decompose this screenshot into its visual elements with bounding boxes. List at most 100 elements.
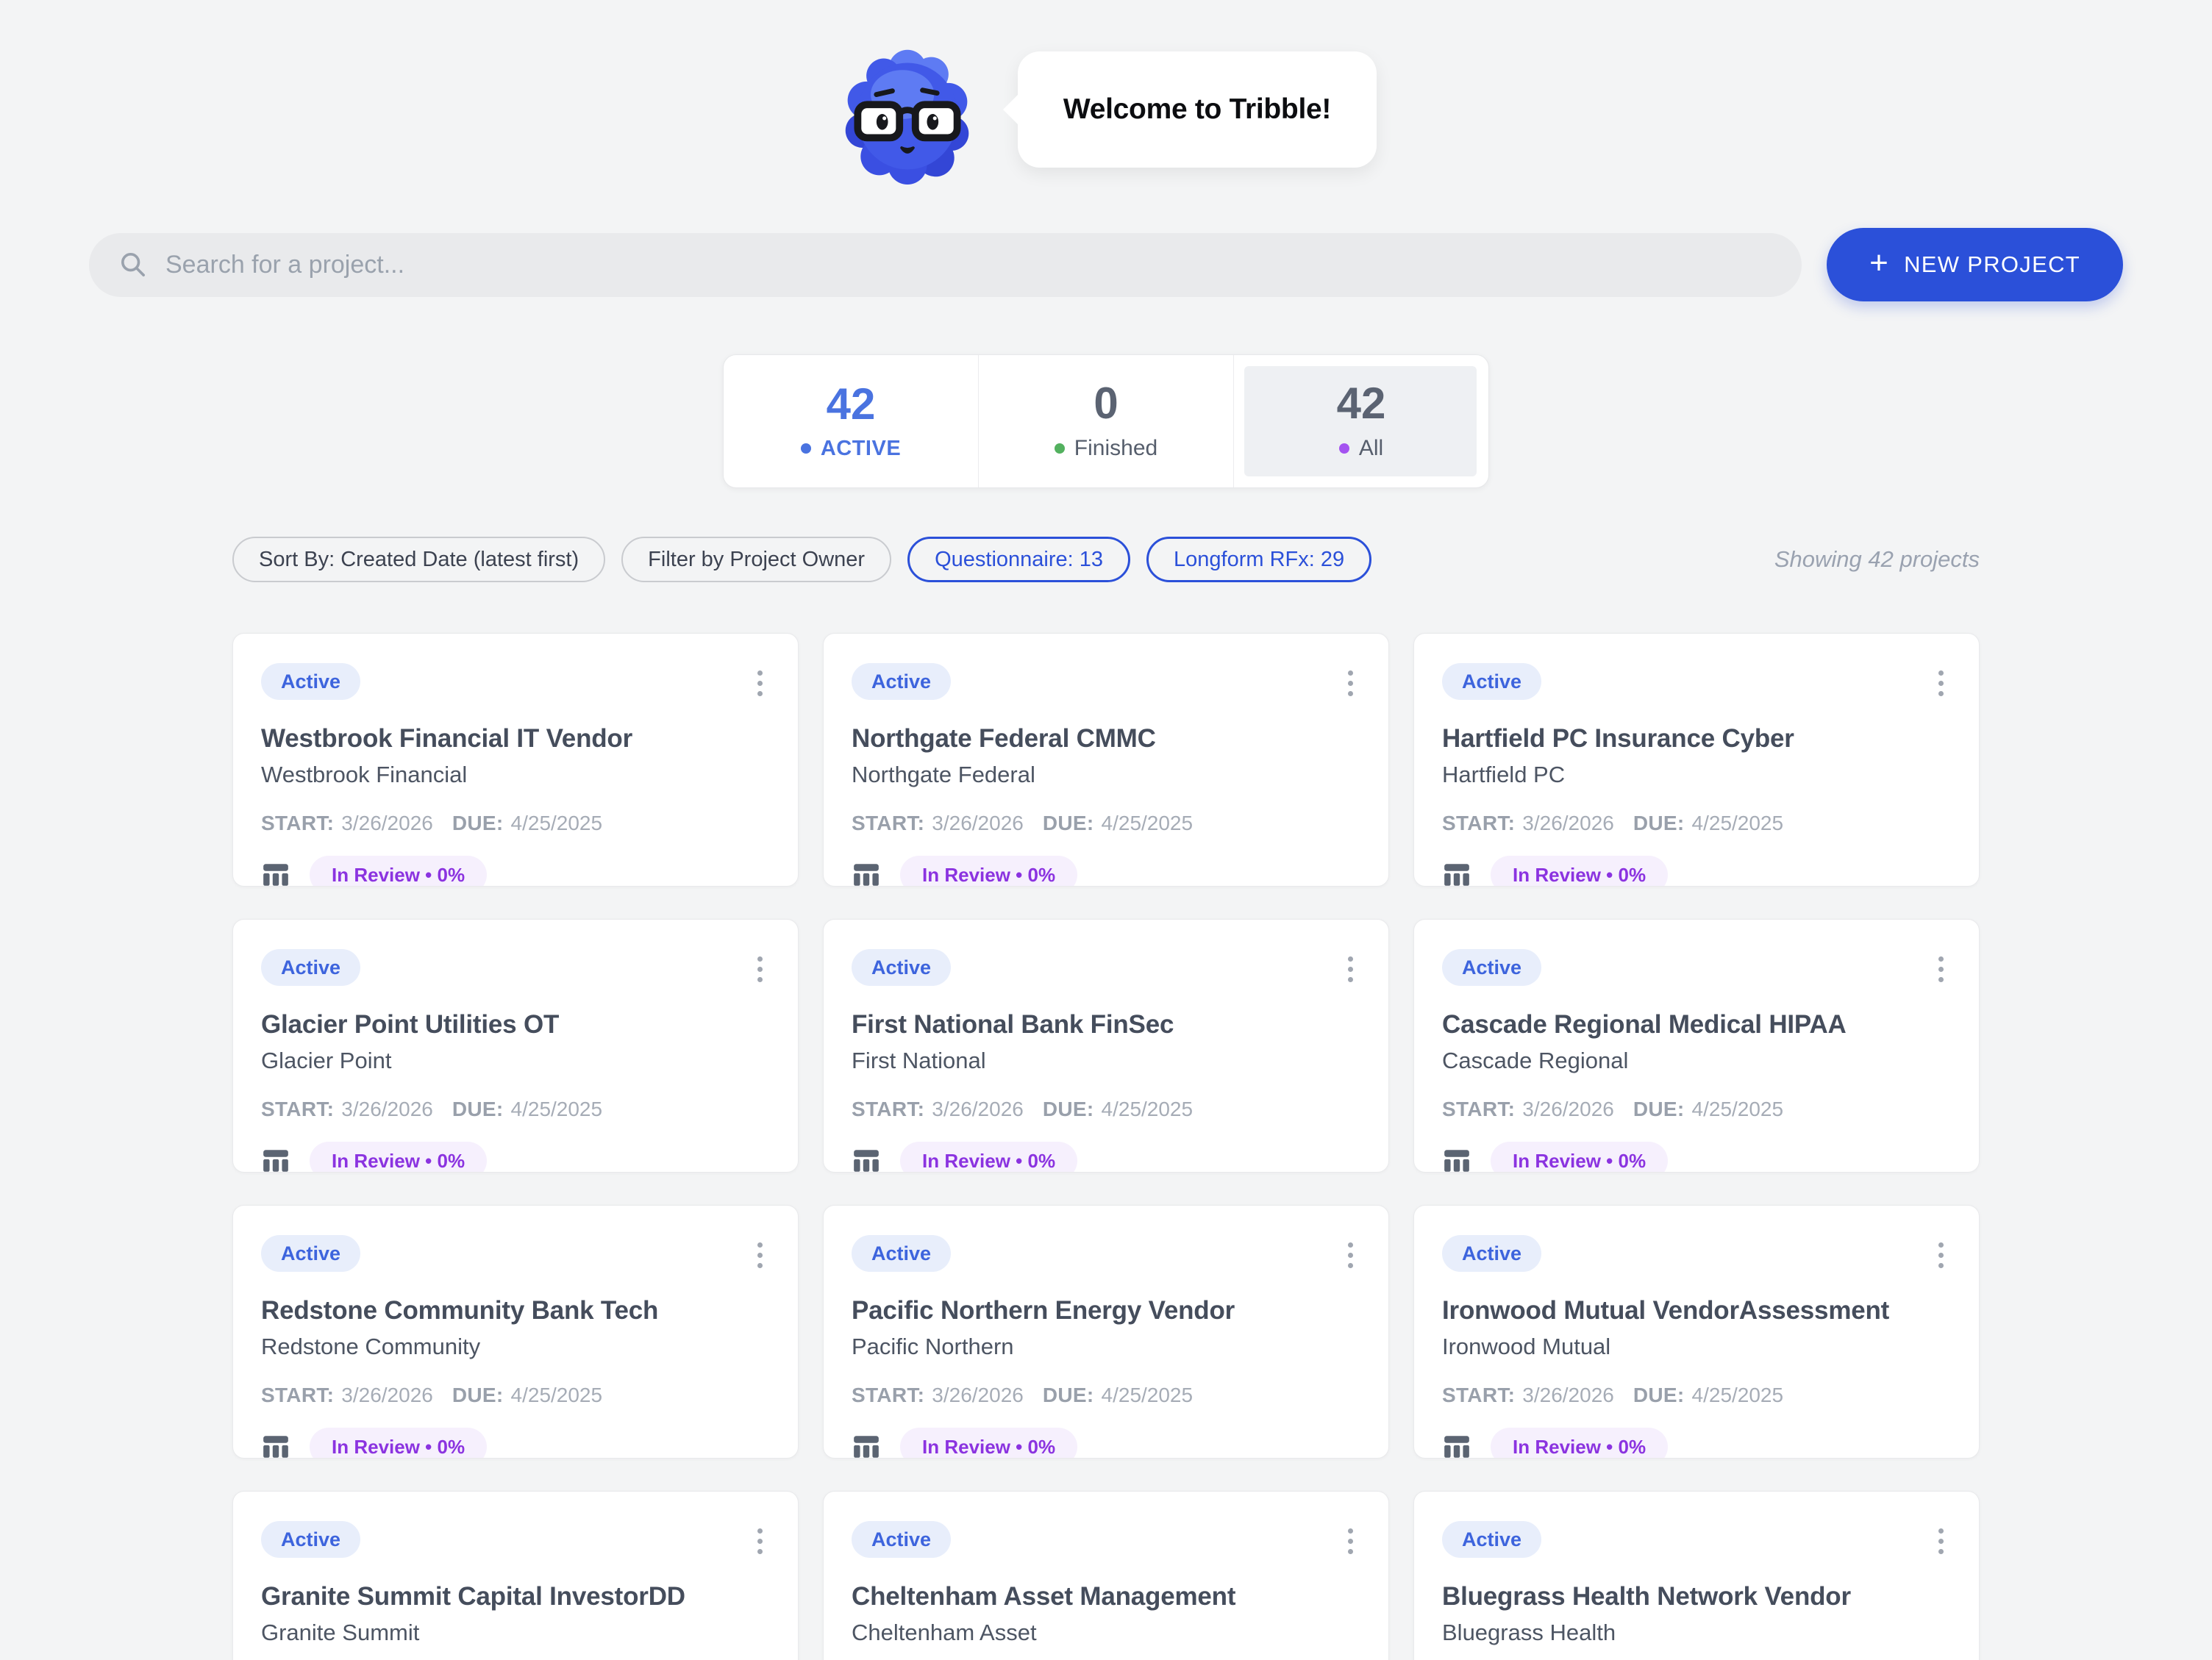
project-card[interactable]: Active Westbrook Financial IT Vendor Wes…	[232, 633, 799, 887]
start-label: START:	[1442, 812, 1515, 835]
start-label: START:	[852, 812, 924, 835]
card-subtitle: Cheltenham Asset	[852, 1620, 1360, 1646]
kebab-menu-button[interactable]	[1341, 951, 1360, 988]
due-date: 4/25/2025	[1692, 812, 1784, 835]
kebab-menu-button[interactable]	[1931, 1523, 1951, 1560]
project-card[interactable]: Active Redstone Community Bank Tech Reds…	[232, 1205, 799, 1459]
start-label: START:	[261, 812, 334, 835]
sort-by-chip[interactable]: Sort By: Created Date (latest first)	[232, 537, 605, 582]
table-icon	[1442, 1432, 1471, 1459]
card-dates: START: 3/26/2026 DUE: 4/25/2025	[261, 1384, 770, 1407]
card-dates: START: 3/26/2026 DUE: 4/25/2025	[1442, 1384, 1951, 1407]
card-title: Ironwood Mutual VendorAssessment	[1442, 1296, 1951, 1326]
kebab-menu-button[interactable]	[750, 1237, 770, 1274]
project-card[interactable]: Active Cascade Regional Medical HIPAA Ca…	[1413, 919, 1980, 1173]
status-badge: Active	[852, 949, 951, 986]
kebab-menu-button[interactable]	[1341, 1237, 1360, 1274]
review-status-badge: In Review • 0%	[900, 1142, 1077, 1173]
project-card[interactable]: Active Cheltenham Asset Management Chelt…	[823, 1491, 1389, 1660]
start-label: START:	[261, 1098, 334, 1121]
due-date: 4/25/2025	[1102, 1098, 1194, 1121]
welcome-speech-bubble: Welcome to Tribble!	[1018, 51, 1377, 168]
welcome-text: Welcome to Tribble!	[1063, 93, 1331, 126]
due-label: DUE:	[1043, 1098, 1094, 1121]
active-dot-icon	[801, 443, 811, 454]
stat-all-count: 42	[1337, 382, 1386, 426]
status-badge: Active	[1442, 949, 1541, 986]
stat-tab-finished[interactable]: 0 Finished	[978, 355, 1234, 487]
card-subtitle: Granite Summit	[261, 1620, 770, 1646]
project-card[interactable]: Active Ironwood Mutual VendorAssessment …	[1413, 1205, 1980, 1459]
due-label: DUE:	[452, 1098, 504, 1121]
kebab-menu-button[interactable]	[1931, 951, 1951, 988]
due-date: 4/25/2025	[1102, 1384, 1194, 1407]
table-icon	[852, 1146, 881, 1173]
status-badge: Active	[852, 1521, 951, 1558]
kebab-menu-button[interactable]	[750, 1523, 770, 1560]
project-card[interactable]: Active Pacific Northern Energy Vendor Pa…	[823, 1205, 1389, 1459]
card-dates: START: 3/26/2026 DUE: 4/25/2025	[1442, 812, 1951, 835]
start-date: 3/26/2026	[341, 1384, 433, 1407]
due-date: 4/25/2025	[1692, 1098, 1784, 1121]
stat-tab-active[interactable]: 42 ACTIVE	[724, 355, 978, 487]
search-box[interactable]	[89, 233, 1802, 297]
due-date: 4/25/2025	[1692, 1384, 1784, 1407]
kebab-menu-button[interactable]	[1931, 1237, 1951, 1274]
table-icon	[1442, 860, 1471, 887]
all-dot-icon	[1339, 443, 1349, 454]
new-project-button[interactable]: + NEW PROJECT	[1827, 228, 2123, 301]
due-label: DUE:	[452, 812, 504, 835]
kebab-menu-button[interactable]	[1341, 665, 1360, 702]
card-title: Northgate Federal CMMC	[852, 724, 1360, 754]
card-subtitle: Northgate Federal	[852, 762, 1360, 788]
search-input[interactable]	[165, 251, 1787, 279]
kebab-menu-button[interactable]	[1341, 1523, 1360, 1560]
new-project-label: NEW PROJECT	[1904, 251, 2080, 278]
status-badge: Active	[852, 663, 951, 700]
card-subtitle: Ironwood Mutual	[1442, 1334, 1951, 1360]
review-status-badge: In Review • 0%	[1491, 856, 1668, 887]
card-title: First National Bank FinSec	[852, 1010, 1360, 1040]
due-date: 4/25/2025	[1102, 812, 1194, 835]
start-date: 3/26/2026	[1522, 1098, 1614, 1121]
kebab-menu-button[interactable]	[750, 951, 770, 988]
card-title: Pacific Northern Energy Vendor	[852, 1296, 1360, 1326]
card-title: Glacier Point Utilities OT	[261, 1010, 770, 1040]
review-status-badge: In Review • 0%	[310, 1142, 487, 1173]
filter-owner-chip[interactable]: Filter by Project Owner	[621, 537, 891, 582]
kebab-menu-button[interactable]	[1931, 665, 1951, 702]
project-card[interactable]: Active First National Bank FinSec First …	[823, 919, 1389, 1173]
due-label: DUE:	[1043, 812, 1094, 835]
stat-tab-all[interactable]: 42 All	[1234, 355, 1488, 487]
due-label: DUE:	[1633, 1098, 1685, 1121]
project-card[interactable]: Active Hartfield PC Insurance Cyber Hart…	[1413, 633, 1980, 887]
project-card[interactable]: Active Northgate Federal CMMC Northgate …	[823, 633, 1389, 887]
card-title: Westbrook Financial IT Vendor	[261, 724, 770, 754]
status-badge: Active	[261, 1521, 360, 1558]
status-badge: Active	[1442, 1521, 1541, 1558]
card-dates: START: 3/26/2026 DUE: 4/25/2025	[852, 1098, 1360, 1121]
project-card[interactable]: Active Glacier Point Utilities OT Glacie…	[232, 919, 799, 1173]
status-badge: Active	[1442, 1235, 1541, 1272]
card-subtitle: Glacier Point	[261, 1048, 770, 1074]
questionnaire-filter-chip[interactable]: Questionnaire: 13	[907, 537, 1130, 582]
finished-dot-icon	[1055, 443, 1065, 454]
card-subtitle: First National	[852, 1048, 1360, 1074]
card-subtitle: Hartfield PC	[1442, 762, 1951, 788]
status-badge: Active	[1442, 663, 1541, 700]
start-label: START:	[1442, 1384, 1515, 1407]
start-label: START:	[1442, 1098, 1515, 1121]
stat-finished-count: 0	[1093, 382, 1118, 426]
longform-rfx-filter-chip[interactable]: Longform RFx: 29	[1146, 537, 1371, 582]
project-card[interactable]: Active Granite Summit Capital InvestorDD…	[232, 1491, 799, 1660]
start-date: 3/26/2026	[932, 1098, 1024, 1121]
project-card[interactable]: Active Bluegrass Health Network Vendor B…	[1413, 1491, 1980, 1660]
kebab-menu-button[interactable]	[750, 665, 770, 702]
status-badge: Active	[852, 1235, 951, 1272]
card-subtitle: Pacific Northern	[852, 1334, 1360, 1360]
table-icon	[261, 860, 290, 887]
card-dates: START: 3/26/2026 DUE: 4/25/2025	[1442, 1098, 1951, 1121]
stat-all-label: All	[1359, 436, 1383, 461]
card-title: Redstone Community Bank Tech	[261, 1296, 770, 1326]
review-status-badge: In Review • 0%	[310, 856, 487, 887]
